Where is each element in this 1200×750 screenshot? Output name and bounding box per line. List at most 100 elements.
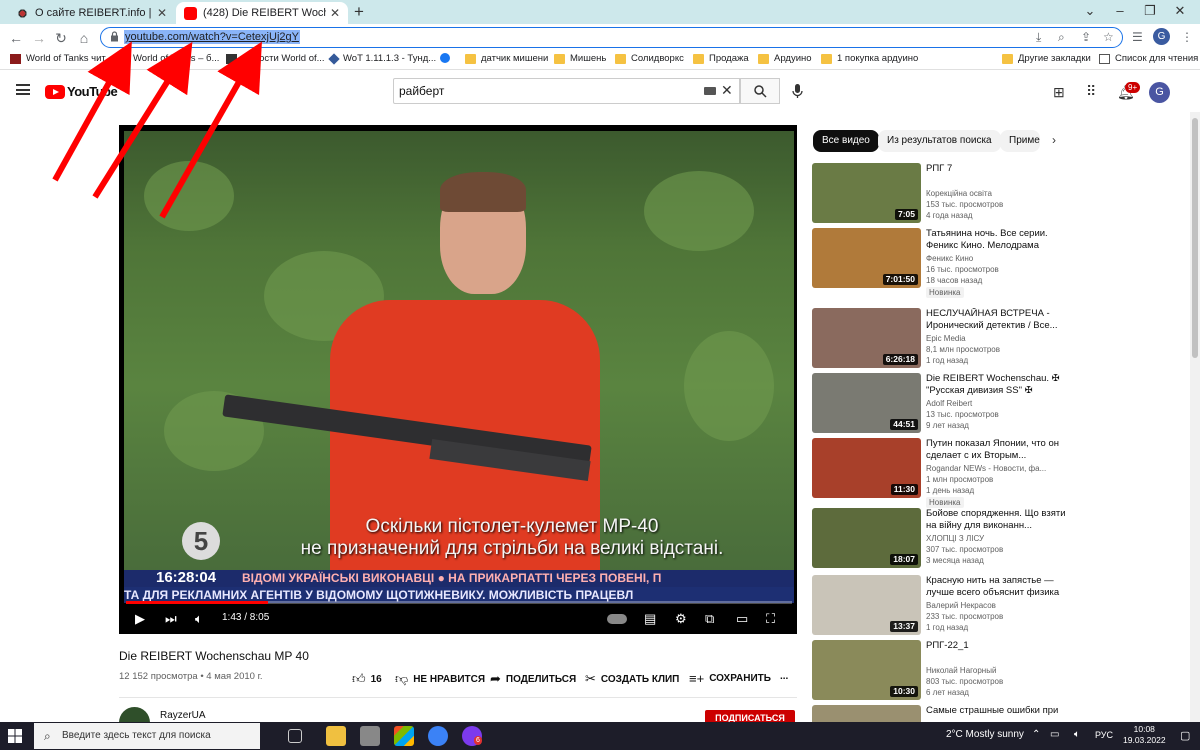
fullscreen-icon[interactable]: ⛶ xyxy=(766,611,775,627)
home-icon[interactable]: ⌂ xyxy=(75,30,93,46)
video-thumbnail[interactable]: 13:37 xyxy=(812,575,921,635)
video-thumbnail[interactable]: 10:30 xyxy=(812,640,921,700)
youtube-logo-icon[interactable] xyxy=(45,85,65,99)
subtitles-icon[interactable]: ▤ xyxy=(644,611,656,627)
bookmark-folder[interactable]: датчик мишени xyxy=(465,53,548,64)
taskbar-search-input[interactable]: Введите здесь текст для поиска xyxy=(34,723,260,749)
microphone-icon[interactable] xyxy=(792,84,803,99)
url-text[interactable]: youtube.com/watch?v=CetexjUj2gY xyxy=(124,30,300,44)
bookmark-item[interactable]: World of Tanks – б... xyxy=(117,53,219,64)
recommendation-title[interactable]: Die REIBERT Wochenschau. ✠ "Русская диви… xyxy=(926,373,1066,397)
video-thumbnail[interactable]: 7:01:50 xyxy=(812,228,921,288)
minimize-icon[interactable]: – xyxy=(1105,3,1135,18)
volume-icon[interactable]: 🔈︎ xyxy=(195,611,203,627)
recommendation-item[interactable]: 7:05 РПГ 7 Корекційна освіта 153 тыс. просм… xyxy=(812,163,1192,227)
theater-mode-icon[interactable]: ▭ xyxy=(736,611,748,627)
recommendation-title[interactable]: РПГ-22_1 xyxy=(926,640,1066,652)
recommendation-title[interactable]: НЕСЛУЧАЙНАЯ ВСТРЕЧА - Иронический детект… xyxy=(926,308,1066,332)
video-thumbnail[interactable]: 7:05 xyxy=(812,163,921,223)
tab-close-icon[interactable]: ✕ xyxy=(157,6,167,20)
file-explorer-icon[interactable] xyxy=(326,726,346,746)
calculator-icon[interactable] xyxy=(360,726,380,746)
volume-tray-icon[interactable]: 🔈︎ xyxy=(1074,729,1080,740)
save-button[interactable]: ≡+ СОХРАНИТЬ xyxy=(689,671,771,686)
bookmark-folder[interactable]: Мишень xyxy=(554,53,606,64)
recommendation-title[interactable]: Путин показал Японии, что он сделает с и… xyxy=(926,438,1066,462)
clip-button[interactable]: ✂ СОЗДАТЬ КЛИП xyxy=(585,671,679,687)
more-actions-button[interactable]: ... xyxy=(780,671,788,682)
windows-start-icon[interactable] xyxy=(8,729,22,743)
bookmark-item[interactable]: World of Tanks чит... xyxy=(10,53,113,64)
taskbar-clock[interactable]: 10:08 19.03.2022 xyxy=(1123,724,1166,746)
dislike-button[interactable]: 👎︎ НЕ НРАВИТСЯ xyxy=(395,671,485,687)
weather-widget[interactable]: 2°C Mostly sunny xyxy=(946,729,1024,740)
chip-all-videos[interactable]: Все видео xyxy=(813,130,879,152)
share-icon[interactable]: ⇪ xyxy=(1081,30,1091,44)
recommendation-item[interactable]: 44:51 Die REIBERT Wochenschau. ✠ "Русская… xyxy=(812,373,1192,437)
tray-expand-icon[interactable]: ⌃ xyxy=(1032,729,1040,740)
video-thumbnail[interactable]: 18:07 xyxy=(812,508,921,568)
input-language[interactable]: РУС xyxy=(1095,730,1113,740)
recommendation-item[interactable]: 13:37 Красную нить на запястье — лучше вс… xyxy=(812,575,1192,639)
bookmark-item[interactable]: Новости World of... xyxy=(226,53,325,64)
recommendation-item[interactable]: 7:01:50 Татьянина ночь. Все серии. Феникс… xyxy=(812,228,1192,298)
chip-from-search[interactable]: Из результатов поиска xyxy=(878,130,1001,152)
tab-youtube[interactable]: (428) Die REIBERT Wochenschau ✕ xyxy=(176,2,348,24)
account-avatar[interactable]: G xyxy=(1149,82,1170,103)
forward-icon[interactable]: → xyxy=(30,30,48,46)
search-input[interactable]: райберт xyxy=(393,78,740,104)
bookmark-star-icon[interactable]: ☆ xyxy=(1103,30,1114,44)
zoom-icon[interactable]: ⌕ xyxy=(1058,30,1065,45)
recommendation-item[interactable]: 11:30 Путин показал Японии, что он сделае… xyxy=(812,438,1192,508)
like-button[interactable]: 👍︎ 16 xyxy=(352,671,382,687)
create-video-icon[interactable]: ⊞ xyxy=(1053,84,1065,101)
video-thumbnail[interactable]: 44:51 xyxy=(812,373,921,433)
install-icon[interactable]: ⤓ xyxy=(1036,30,1041,45)
menu-dots-icon[interactable]: ⋮ xyxy=(1181,30,1193,44)
chips-next-chevron-icon[interactable]: › xyxy=(1052,133,1056,147)
next-video-icon[interactable]: ⏭︎ xyxy=(165,611,177,627)
new-tab-icon[interactable]: + xyxy=(354,3,364,21)
recommendation-item[interactable]: 18:07 Бойове спорядження. Що взяти на вій… xyxy=(812,508,1192,572)
keyboard-icon[interactable] xyxy=(704,87,716,95)
recommendation-item[interactable]: 10:30 РПГ-22_1 Николай Нагорный 803 тыс. пр… xyxy=(812,640,1192,704)
chip-related[interactable]: Приме xyxy=(1000,130,1040,152)
recommendation-title[interactable]: РПГ 7 xyxy=(926,163,1066,175)
store-icon[interactable] xyxy=(394,726,414,746)
bookmark-item[interactable] xyxy=(440,53,455,63)
hamburger-menu-icon[interactable] xyxy=(16,84,30,95)
settings-gear-icon[interactable]: ⚙︎ xyxy=(675,611,687,627)
share-button[interactable]: ➦ ПОДЕЛИТЬСЯ xyxy=(490,671,576,687)
reading-list[interactable]: Список для чтения xyxy=(1099,53,1198,64)
progress-played[interactable] xyxy=(126,601,268,604)
play-icon[interactable]: ▶ xyxy=(135,611,145,627)
recommendation-title[interactable]: Бойове спорядження. Що взяти на війну дл… xyxy=(926,508,1066,532)
bookmark-folder[interactable]: Солидворкс xyxy=(615,53,684,64)
youtube-wordmark[interactable]: YouTube xyxy=(67,84,118,99)
search-button[interactable] xyxy=(740,78,780,104)
back-icon[interactable]: ← xyxy=(7,30,25,46)
recommendation-title[interactable]: Самые страшные ошибки при xyxy=(926,705,1066,717)
reload-icon[interactable]: ↻ xyxy=(52,30,70,46)
recommendation-item[interactable]: 6:26:18 НЕСЛУЧАЙНАЯ ВСТРЕЧА - Иронический… xyxy=(812,308,1192,372)
autoplay-toggle[interactable] xyxy=(607,614,627,624)
bookmark-folder[interactable]: Продажа xyxy=(693,53,749,64)
reading-list-icon[interactable]: ☰ xyxy=(1132,30,1143,44)
scrollbar-thumb[interactable] xyxy=(1192,118,1198,358)
profile-avatar[interactable]: G xyxy=(1153,28,1170,45)
video-thumbnail[interactable]: 11:30 xyxy=(812,438,921,498)
restore-icon[interactable]: ❐ xyxy=(1135,3,1165,19)
miniplayer-icon[interactable]: ⧉ xyxy=(705,611,714,627)
chrome-icon[interactable] xyxy=(428,726,448,746)
other-bookmarks[interactable]: Другие закладки xyxy=(1002,53,1091,64)
tab-search-icon[interactable]: ⌄ xyxy=(1075,3,1105,19)
recommendation-title[interactable]: Татьянина ночь. Все серии. Феникс Кино. … xyxy=(926,228,1066,252)
bookmark-item[interactable]: WoT 1.11.1.3 - Тунд... xyxy=(328,52,436,65)
notification-center-icon[interactable]: ▢ xyxy=(1180,729,1190,742)
video-thumbnail[interactable]: 6:26:18 xyxy=(812,308,921,368)
close-window-icon[interactable]: ✕ xyxy=(1165,3,1195,19)
recommendation-title[interactable]: Красную нить на запястье — лучше всего о… xyxy=(926,575,1066,599)
tab-close-icon[interactable]: ✕ xyxy=(330,6,340,20)
bookmark-folder[interactable]: 1 покупка ардуино xyxy=(821,53,918,64)
bookmark-folder[interactable]: Ардуино xyxy=(758,53,812,64)
